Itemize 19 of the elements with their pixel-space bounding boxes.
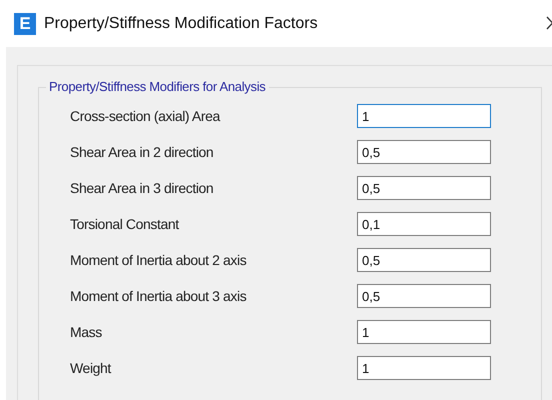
app-icon: E — [14, 12, 36, 34]
input-field[interactable]: 0,5 — [357, 248, 491, 272]
input-field[interactable]: 1 — [357, 320, 491, 344]
window-title: Property/Stiffness Modification Factors — [44, 14, 318, 32]
field-label: Mass — [70, 324, 103, 340]
input-field[interactable]: 0,1 — [357, 212, 491, 236]
input-field[interactable]: 0,5 — [357, 140, 491, 164]
field-label: Weight — [70, 360, 112, 376]
field-label: Moment of Inertia about 2 axis — [70, 252, 248, 268]
field-label: Shear Area in 3 direction — [70, 180, 214, 196]
field-label: Shear Area in 2 direction — [70, 144, 214, 160]
group-legend: Property/Stiffness Modifiers for Analysis — [46, 79, 268, 94]
field-label: Torsional Constant — [70, 216, 180, 232]
input-field[interactable]: 0,5 — [357, 176, 491, 200]
field-label: Moment of Inertia about 3 axis — [70, 288, 248, 304]
input-field[interactable]: 1 — [357, 104, 491, 128]
input-field[interactable]: 1 — [357, 356, 491, 380]
input-field[interactable]: 0,5 — [357, 284, 491, 308]
field-label: Cross-section (axial) Area — [70, 108, 222, 124]
